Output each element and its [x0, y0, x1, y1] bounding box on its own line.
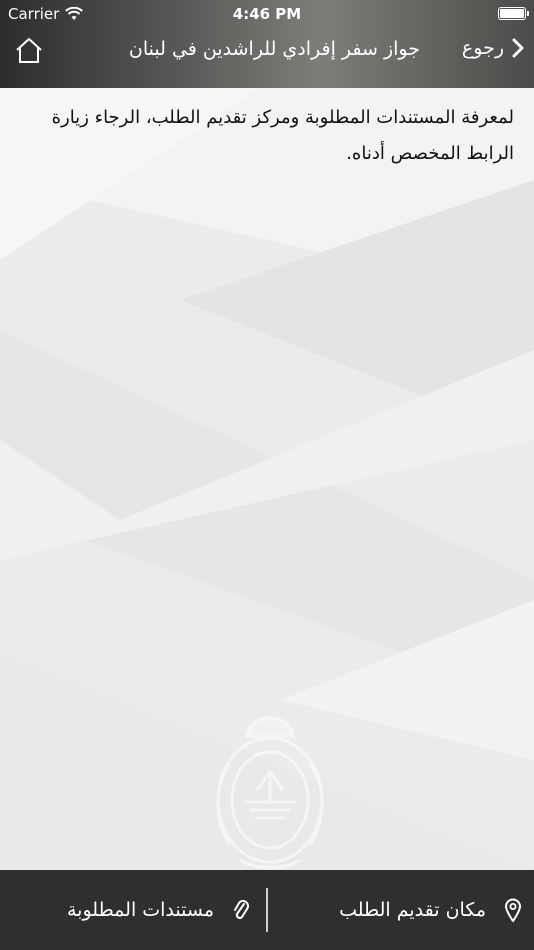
- intro-text: لمعرفة المستندات المطلوبة ومركز تقديم ال…: [51, 107, 514, 164]
- main-content: لمعرفة المستندات المطلوبة ومركز تقديم ال…: [0, 88, 534, 172]
- back-label: رجوع: [461, 37, 504, 59]
- tab-divider: [266, 888, 268, 932]
- paperclip-icon: [234, 900, 249, 919]
- chevron-right-icon: [512, 38, 524, 58]
- home-icon: [16, 38, 42, 63]
- status-time: 4:46 PM: [232, 5, 302, 23]
- home-button[interactable]: [14, 36, 44, 66]
- tab-application-location-label: مكان تقديم الطلب: [339, 899, 486, 921]
- top-bar: Carrier 4:46 PM جواز سفر إفرادي للراشدين…: [0, 0, 534, 88]
- battery-icon: [498, 7, 529, 20]
- page-title: جواز سفر إفرادي للراشدين في لبنان: [128, 38, 420, 60]
- navigation-bar: جواز سفر إفرادي للراشدين في لبنان رجوع: [0, 28, 534, 88]
- tab-required-documents-label: مستندات المطلوبة: [67, 899, 214, 921]
- status-bar: Carrier 4:46 PM: [0, 0, 534, 28]
- back-button[interactable]: رجوع: [462, 37, 524, 59]
- tab-application-location[interactable]: مكان تقديم الطلب: [300, 870, 522, 950]
- emblem-watermark: [216, 716, 324, 869]
- map-pin-icon: [504, 898, 522, 922]
- bottom-tab-bar: مكان تقديم الطلب مستندات المطلوبة: [0, 870, 534, 950]
- tab-required-documents[interactable]: مستندات المطلوبة: [30, 870, 250, 950]
